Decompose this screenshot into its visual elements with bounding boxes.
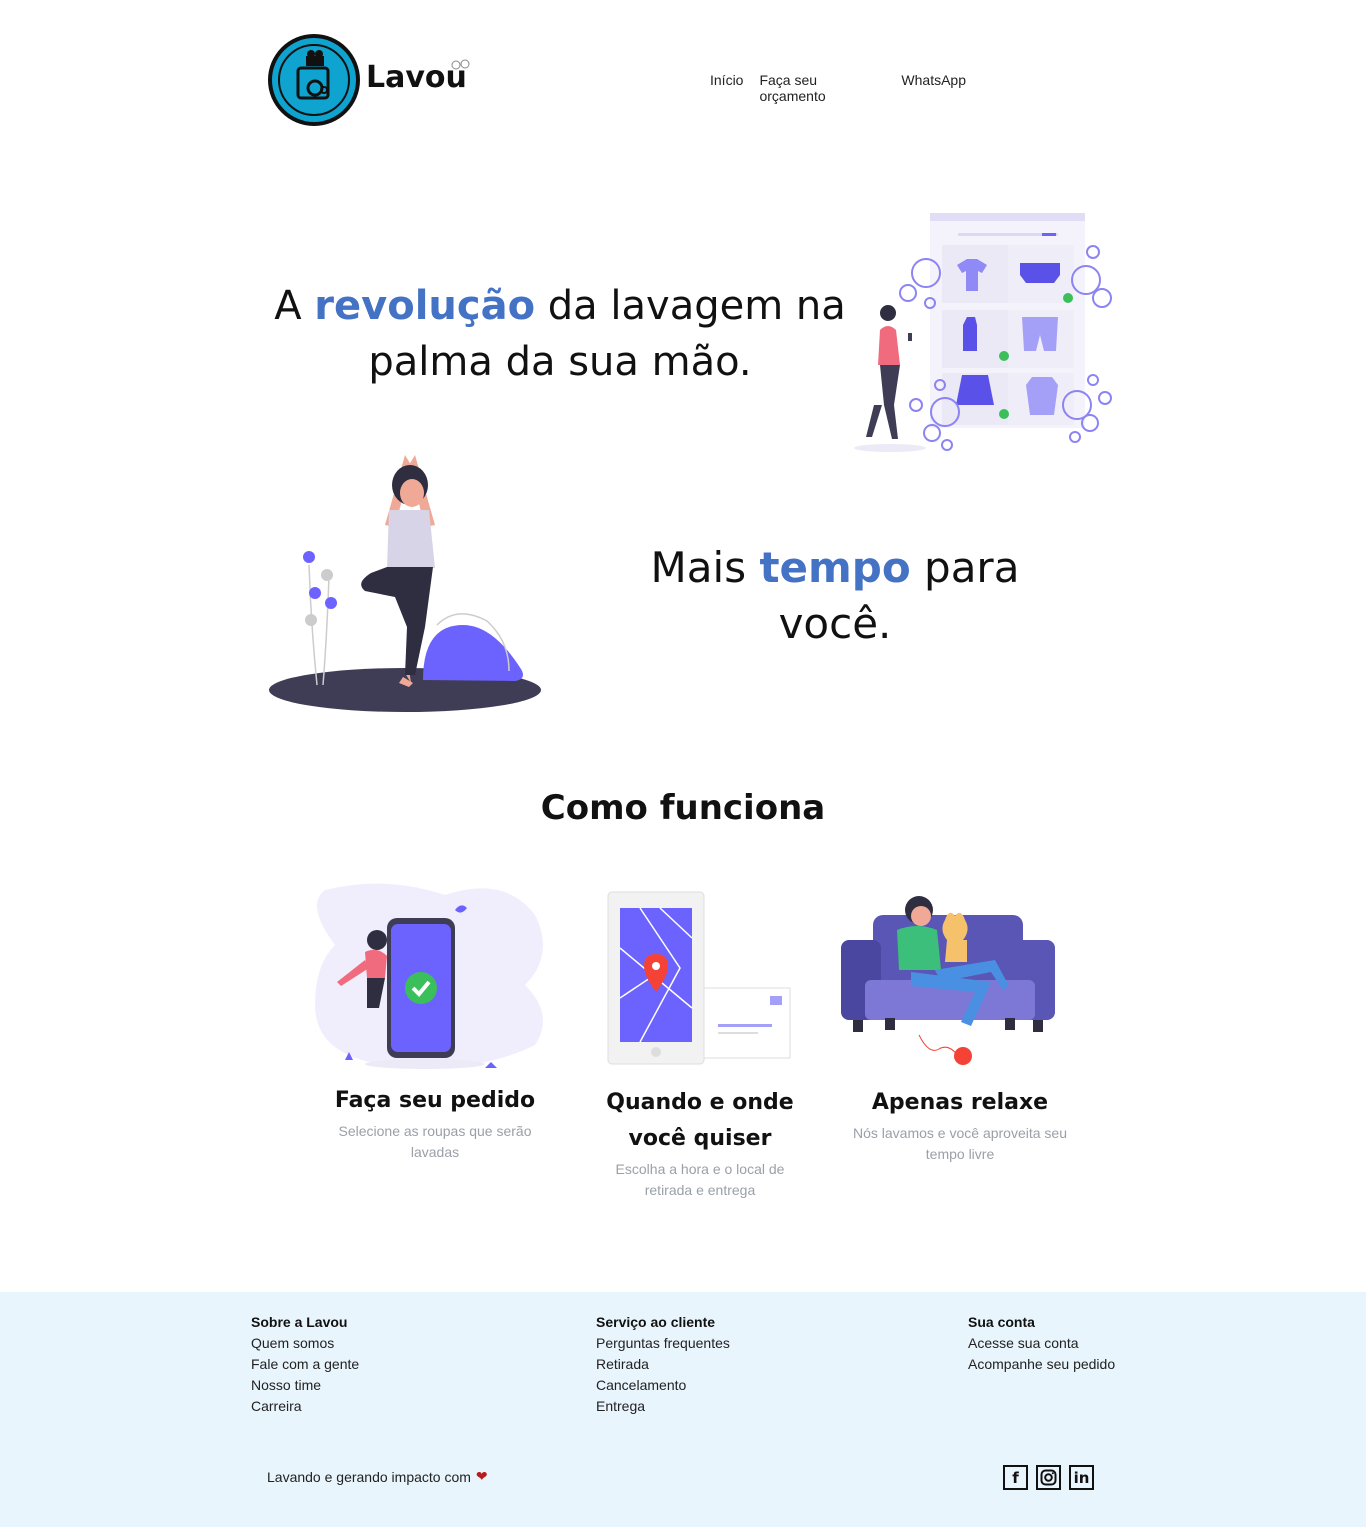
footer-link[interactable]: Entrega xyxy=(596,1396,730,1417)
step-relax-title: Apenas relaxe xyxy=(871,1090,1049,1115)
linkedin-icon[interactable]: in xyxy=(1069,1465,1094,1490)
hero-line2: palma da sua mão. xyxy=(368,339,752,385)
instagram-icon[interactable] xyxy=(1036,1465,1061,1490)
section-title: Como funciona xyxy=(540,788,826,828)
footer-column-about: Sobre a Lavou Quem somos Fale com a gent… xyxy=(251,1312,359,1417)
step-order-title: Faça seu pedido xyxy=(334,1088,536,1113)
main-nav: Início Faça seu orçamento WhatsApp xyxy=(710,72,966,104)
step-when-where: Quando e onde você quiser Escolha a hora… xyxy=(590,1085,810,1201)
hero-headline: A revolução da lavagem na palma da sua m… xyxy=(270,278,850,390)
step-relax: Apenas relaxe Nós lavamos e você aprovei… xyxy=(840,1085,1080,1165)
hero-line1-accent: revolução xyxy=(314,283,536,329)
yoga-woman-illustration xyxy=(269,455,541,712)
footer-link[interactable]: Carreira xyxy=(251,1396,359,1417)
logo-icon[interactable] xyxy=(266,32,362,128)
map-location-illustration xyxy=(607,891,791,1065)
social-links: f in xyxy=(1003,1465,1094,1490)
hero-tagline-prefix: Mais xyxy=(650,543,760,592)
nav-whatsapp[interactable]: WhatsApp xyxy=(901,72,966,104)
phone-order-illustration xyxy=(315,883,543,1069)
footer-link[interactable]: Acesse sua conta xyxy=(968,1333,1115,1354)
footer-heading: Sua conta xyxy=(968,1314,1035,1330)
step-when-where-title: Quando e onde você quiser xyxy=(606,1090,794,1151)
footer-column-service: Serviço ao cliente Perguntas frequentes … xyxy=(596,1312,730,1417)
hero-tagline-accent: tempo xyxy=(759,543,911,592)
footer-link[interactable]: Cancelamento xyxy=(596,1375,730,1396)
heart-icon: ❤ xyxy=(475,1468,488,1484)
footer-heading: Serviço ao cliente xyxy=(596,1314,716,1330)
step-relax-desc: Nós lavamos e você aproveita seu tempo l… xyxy=(853,1125,1067,1162)
nav-inicio[interactable]: Início xyxy=(710,72,743,104)
footer-link[interactable]: Fale com a gente xyxy=(251,1354,359,1375)
footer-link[interactable]: Perguntas frequentes xyxy=(596,1333,730,1354)
hero-tagline: Mais tempo para você. xyxy=(590,540,1080,652)
nav-orcamento[interactable]: Faça seu orçamento xyxy=(759,72,885,104)
hero-line1-prefix: A xyxy=(274,283,315,329)
footer-link[interactable]: Quem somos xyxy=(251,1333,359,1354)
footer-tagline: Lavando e gerando impacto com ❤ xyxy=(267,1468,488,1485)
step-when-where-desc: Escolha a hora e o local de retirada e e… xyxy=(615,1161,785,1198)
facebook-icon[interactable]: f xyxy=(1003,1465,1028,1490)
hero-line1-suffix: da lavagem na xyxy=(535,283,846,329)
bubbles-icon xyxy=(451,59,470,70)
header: Lavou Início Faça seu orçamento WhatsApp xyxy=(266,30,966,130)
footer-column-account: Sua conta Acesse sua conta Acompanhe seu… xyxy=(968,1312,1115,1375)
step-order-desc: Selecione as roupas que serão lavadas xyxy=(338,1123,532,1160)
footer-link[interactable]: Nosso time xyxy=(251,1375,359,1396)
online-shopping-illustration xyxy=(854,213,1112,452)
footer: Sobre a Lavou Quem somos Fale com a gent… xyxy=(0,1292,1366,1527)
footer-link[interactable]: Acompanhe seu pedido xyxy=(968,1354,1115,1375)
relax-sofa-illustration xyxy=(841,896,1055,1065)
footer-link[interactable]: Retirada xyxy=(596,1354,730,1375)
step-order: Faça seu pedido Selecione as roupas que … xyxy=(320,1083,550,1163)
footer-heading: Sobre a Lavou xyxy=(251,1314,348,1330)
footer-tagline-text: Lavando e gerando impacto com xyxy=(267,1468,471,1485)
